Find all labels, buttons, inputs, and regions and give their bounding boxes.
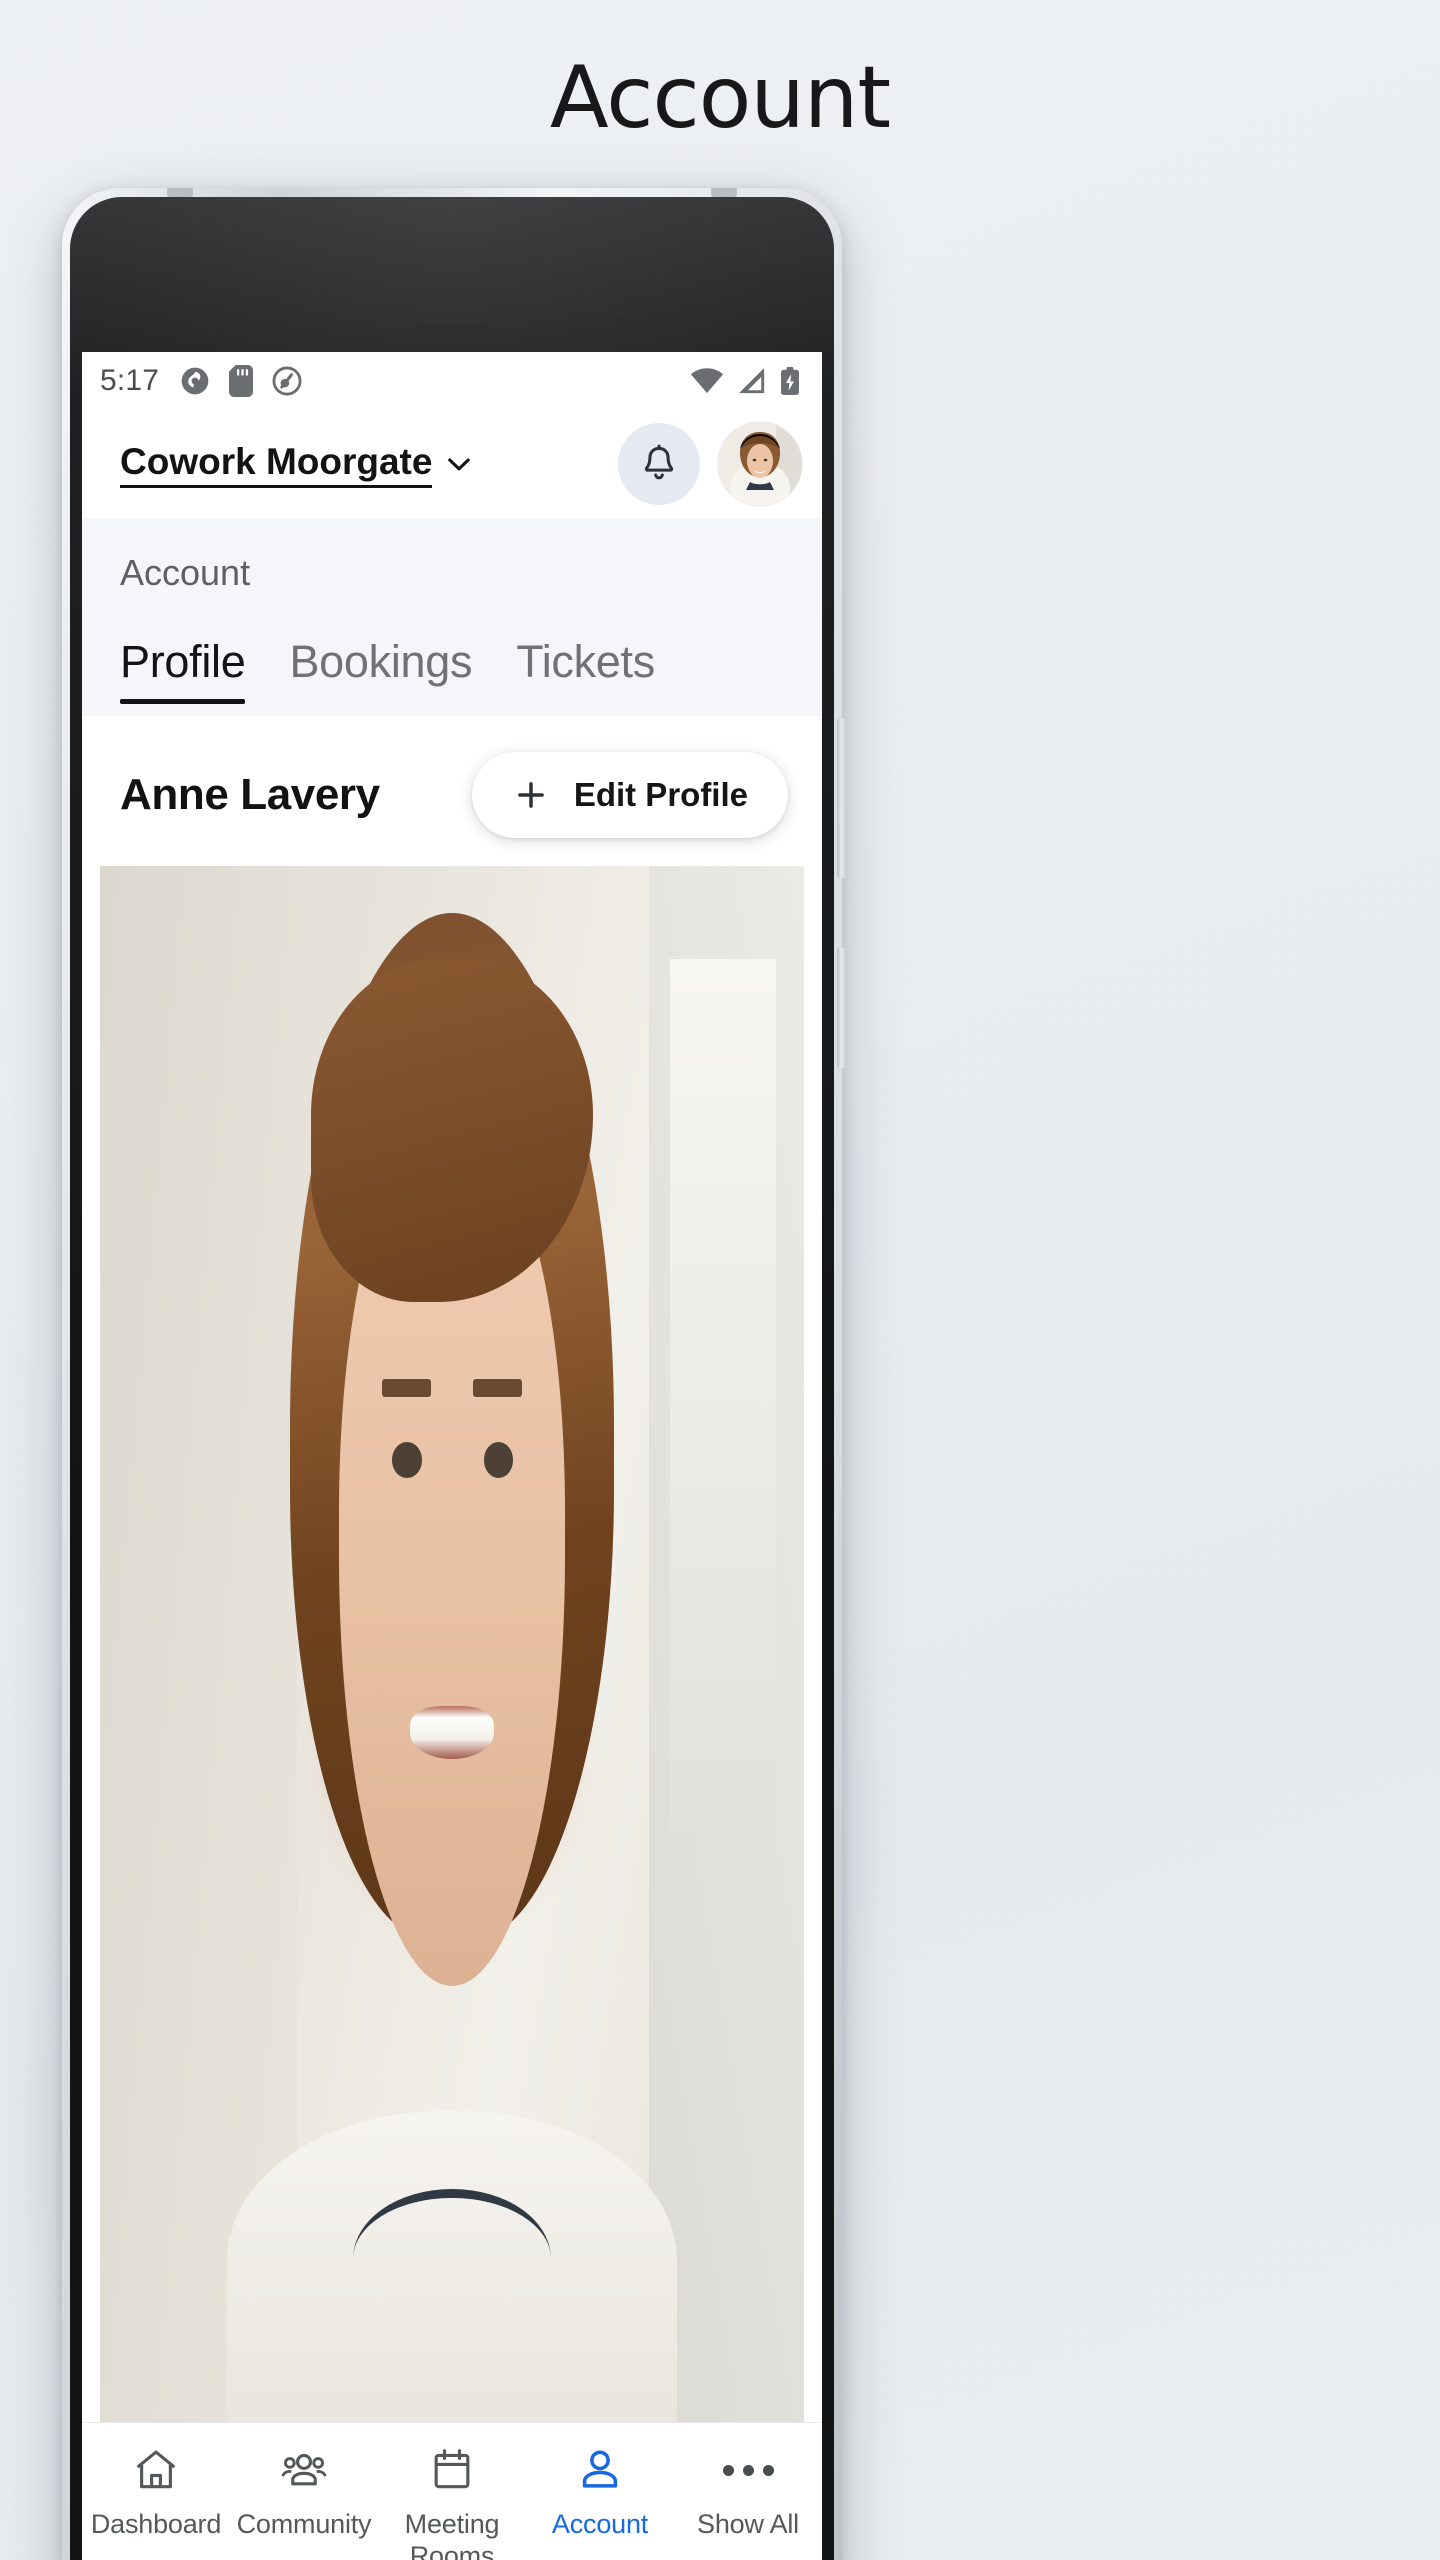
nav-label-account: Account <box>551 2509 649 2539</box>
tab-profile[interactable]: Profile <box>120 636 246 716</box>
tab-tickets[interactable]: Tickets <box>516 636 655 716</box>
account-section: Account Profile Bookings Tickets <box>82 518 822 716</box>
photo-eye-left <box>392 1441 422 1478</box>
phone-mockup: 5:17 Cowork Moorgate Account Profile Boo… <box>62 188 847 2560</box>
frame-antenna-left <box>167 188 193 197</box>
people-icon <box>279 2445 329 2495</box>
profile-name: Anne Lavery <box>120 770 380 819</box>
app-bar: Cowork Moorgate <box>82 410 822 518</box>
wifi-icon <box>690 368 724 394</box>
tab-profile-label: Profile <box>120 636 246 687</box>
ellipsis-icon <box>722 2445 774 2495</box>
sd-card-icon <box>229 365 254 397</box>
profile-photo[interactable] <box>100 866 804 2422</box>
status-time: 5:17 <box>100 364 160 397</box>
photo-window <box>670 959 776 1831</box>
bell-icon <box>644 444 674 480</box>
cellular-signal-icon <box>739 368 765 394</box>
photo-mouth <box>409 1706 495 1760</box>
nav-item-meeting-rooms[interactable]: Meeting Rooms <box>378 2445 526 2560</box>
drop-app-icon <box>272 366 302 396</box>
venue-selector[interactable]: Cowork Moorgate <box>120 441 476 488</box>
shutter-app-icon <box>181 367 209 395</box>
photo-eye-right <box>483 1441 514 1478</box>
frame-antenna-right <box>711 188 737 197</box>
notifications-button[interactable] <box>618 423 700 505</box>
plus-icon <box>517 782 544 808</box>
page-title: Account <box>549 48 891 148</box>
status-bar: 5:17 <box>82 352 822 410</box>
avatar[interactable] <box>718 422 802 506</box>
person-icon <box>575 2445 625 2495</box>
nav-item-community[interactable]: Community <box>230 2445 378 2541</box>
calendar-icon <box>427 2445 477 2495</box>
photo-collar <box>353 2188 551 2329</box>
photo-brow-right <box>473 1379 523 1397</box>
nav-label-show-all: Show All <box>697 2509 799 2539</box>
nav-item-account[interactable]: Account <box>526 2445 674 2541</box>
tab-bar: Profile Bookings Tickets <box>82 594 822 716</box>
bottom-navigation: Dashboard Community Meeting Rooms Accoun… <box>82 2422 822 2560</box>
profile-header: Anne Lavery Edit Profile <box>82 716 822 866</box>
nav-item-dashboard[interactable]: Dashboard <box>82 2445 230 2541</box>
edit-profile-label: Edit Profile <box>573 776 748 813</box>
tab-bookings[interactable]: Bookings <box>289 636 472 716</box>
power-button[interactable] <box>837 948 847 1068</box>
nav-label-meeting-rooms: Meeting Rooms <box>404 2509 500 2560</box>
nav-item-show-all[interactable]: Show All <box>674 2445 822 2541</box>
tab-bookings-label: Bookings <box>289 636 473 687</box>
avatar-image <box>718 422 802 506</box>
section-label: Account <box>120 552 251 593</box>
tab-tickets-label: Tickets <box>516 636 655 687</box>
nav-label-community: Community <box>236 2509 372 2539</box>
nav-label-dashboard: Dashboard <box>90 2509 222 2539</box>
profile-photo-image <box>100 866 804 2422</box>
status-app-icons <box>179 365 303 397</box>
phone-screen: 5:17 Cowork Moorgate Account Profile Boo… <box>82 352 822 2560</box>
app-bar-actions <box>618 422 802 506</box>
photo-brow-left <box>381 1379 431 1397</box>
edit-profile-button[interactable]: Edit Profile <box>471 752 788 838</box>
venue-name: Cowork Moorgate <box>120 441 433 488</box>
chevron-down-icon <box>448 458 471 471</box>
status-system-icons <box>690 367 800 395</box>
home-icon <box>131 2445 181 2495</box>
volume-button[interactable] <box>837 718 847 878</box>
battery-charging-icon <box>781 367 799 395</box>
